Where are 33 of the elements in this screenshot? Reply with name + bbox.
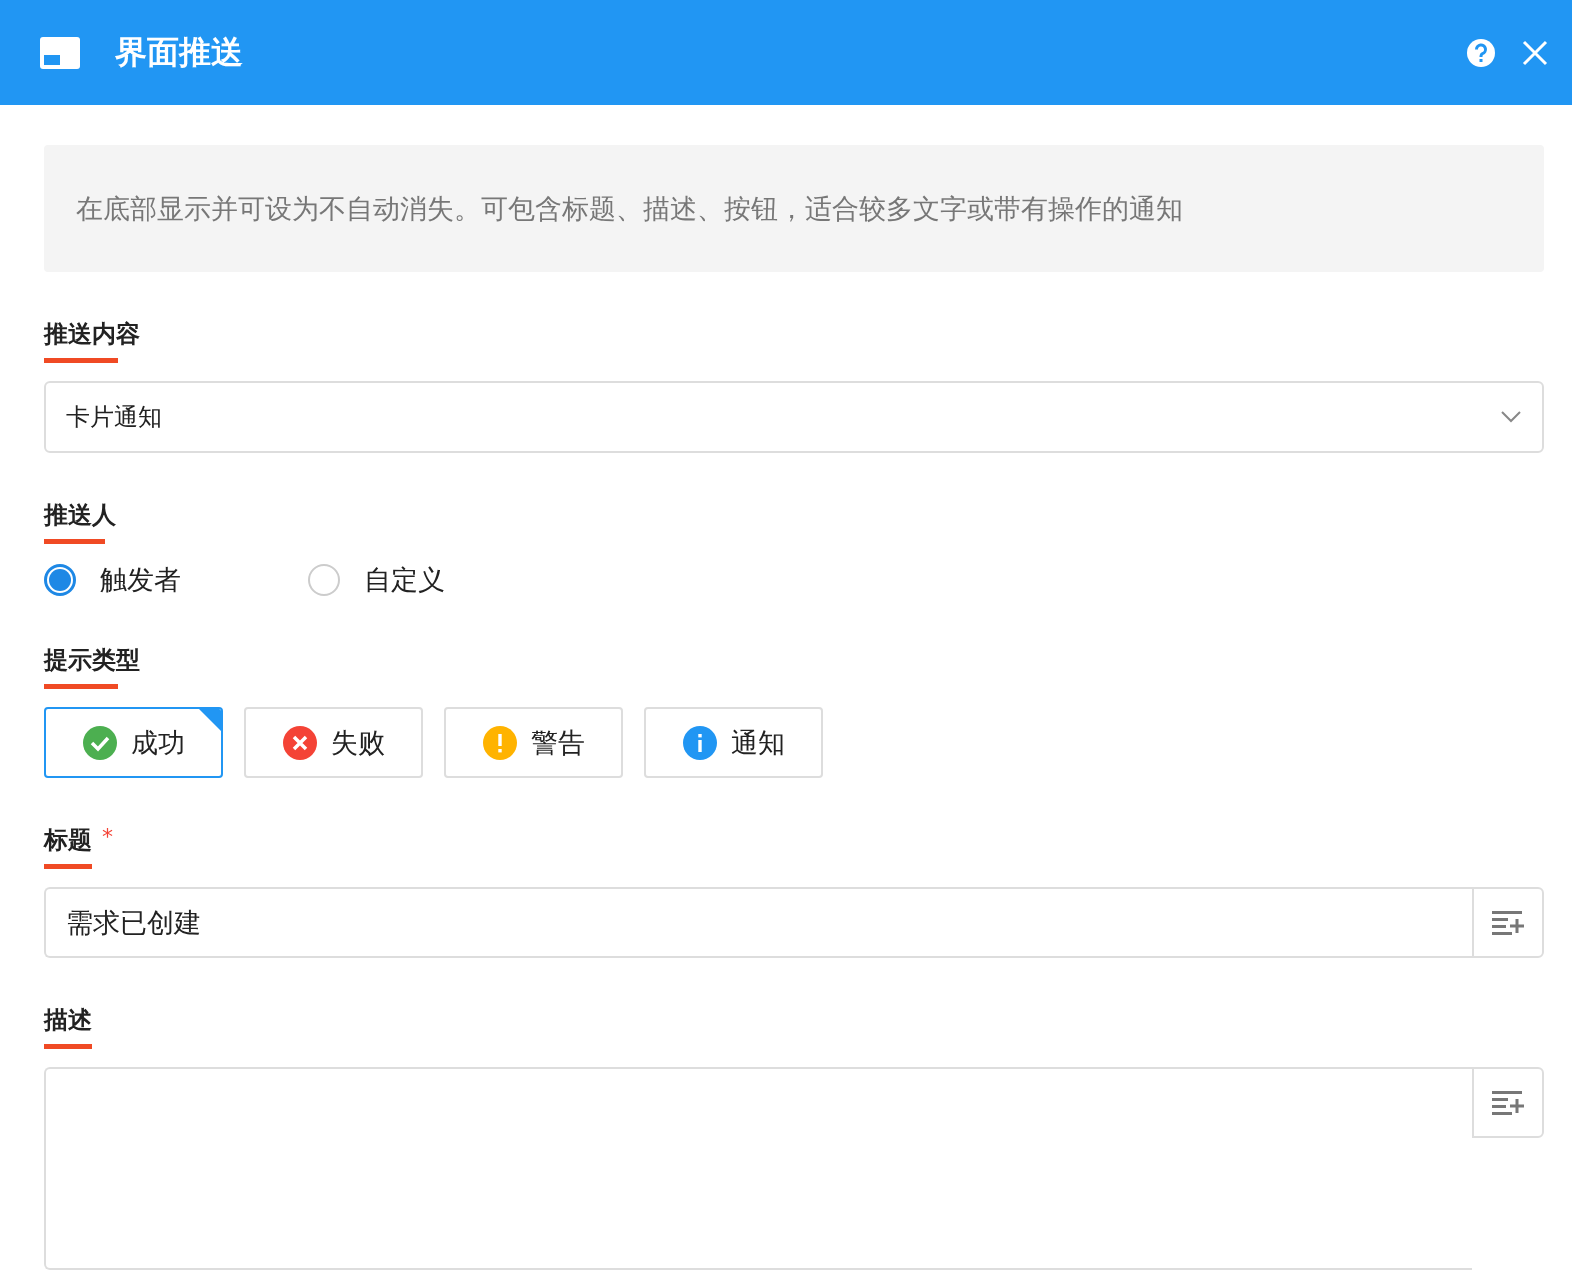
- field-label: 描述: [44, 1005, 92, 1036]
- type-option[interactable]: 通知: [644, 707, 823, 778]
- radio-button[interactable]: [44, 564, 76, 596]
- dropdown[interactable]: 卡片通知: [44, 381, 1544, 453]
- type-option[interactable]: 失败: [244, 707, 423, 778]
- chevron-down-icon: [1500, 410, 1522, 424]
- selected-corner-icon: [199, 709, 221, 731]
- radio-option[interactable]: 触发者: [44, 562, 308, 598]
- insert-field-icon: [1492, 1088, 1524, 1117]
- error-circle-icon: [282, 725, 317, 760]
- radio-option[interactable]: 自定义: [308, 562, 572, 598]
- type-option[interactable]: 成功: [44, 707, 223, 778]
- check-circle-icon: [82, 725, 117, 760]
- window-icon: [40, 36, 80, 69]
- title-input[interactable]: 需求已创建: [44, 887, 1472, 958]
- info-circle-icon: [682, 725, 717, 760]
- warning-circle-icon: [482, 725, 517, 760]
- insert-button[interactable]: [1472, 1067, 1544, 1138]
- help-icon[interactable]: [1466, 37, 1496, 68]
- radio-label: 自定义: [364, 563, 445, 597]
- radio-label: 触发者: [100, 563, 181, 597]
- field-label: 提示类型: [44, 645, 140, 676]
- field-label: 推送内容: [44, 319, 140, 350]
- insert-field-icon: [1492, 908, 1524, 937]
- field-label: 推送人: [44, 500, 116, 531]
- insert-button[interactable]: [1472, 887, 1544, 958]
- field-label: 标题: [44, 825, 92, 856]
- type-option[interactable]: 警告: [444, 707, 623, 778]
- description-text: 在底部显示并可设为不自动消失。可包含标题、描述、按钮，适合较多文字或带有操作的通知: [76, 191, 1183, 226]
- description-input[interactable]: [44, 1067, 1472, 1270]
- radio-button[interactable]: [308, 564, 340, 596]
- window-title: 界面推送: [115, 31, 244, 73]
- required-mark: *: [102, 824, 113, 849]
